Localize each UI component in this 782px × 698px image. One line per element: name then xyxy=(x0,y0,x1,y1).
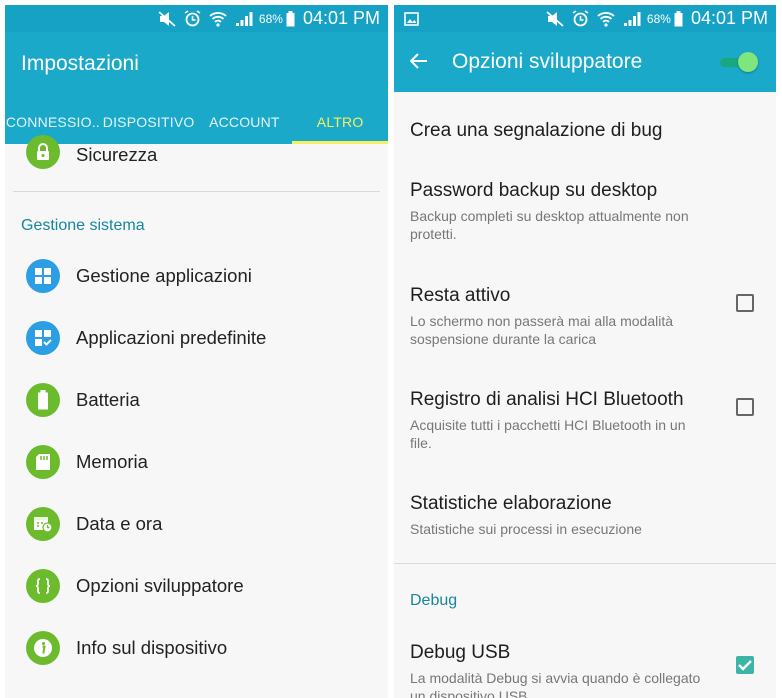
battery-icon xyxy=(286,10,295,27)
settings-item-label: Sicurezza xyxy=(76,144,158,165)
tab-bar: CONNESSIO.. DISPOSITIVO ACCOUNT ALTRO xyxy=(5,100,388,144)
settings-screen: 68% 04:01 PM Impostazioni CONNESSIO.. DI… xyxy=(5,5,388,698)
dev-item-subtitle: Acquisite tutti i pacchetti HCI Bluetoot… xyxy=(410,417,686,451)
settings-item-sicurezza[interactable]: Sicurezza xyxy=(5,135,388,169)
settings-item-memoria[interactable]: Memoria xyxy=(5,431,388,493)
debug-usb-checkbox[interactable] xyxy=(736,656,754,674)
developer-options-toggle[interactable] xyxy=(716,52,758,72)
back-arrow-icon[interactable] xyxy=(409,53,428,74)
info-icon xyxy=(26,631,60,665)
developer-options-screen: 68% 04:01 PM Opzioni sviluppatore Crea u… xyxy=(394,5,776,698)
section-header-gestione-sistema: Gestione sistema xyxy=(21,217,145,234)
dev-item-debug-usb[interactable]: Debug USB La modalità Debug si avvia qua… xyxy=(394,642,776,698)
settings-item-info-dispositivo[interactable]: Info sul dispositivo xyxy=(5,617,388,679)
settings-item-data-e-ora[interactable]: Data e ora xyxy=(5,493,388,555)
dev-item-title: Crea una segnalazione di bug xyxy=(410,120,663,141)
settings-item-label: Applicazioni predefinite xyxy=(76,327,267,348)
dev-item-resta-attivo[interactable]: Resta attivo Lo schermo non passerà mai … xyxy=(394,285,776,348)
app-bar: Impostazioni CONNESSIO.. DISPOSITIVO ACC… xyxy=(5,32,388,144)
dev-item-title: Resta attivo xyxy=(410,285,511,306)
wifi-icon xyxy=(597,11,615,27)
dev-item-title: Password backup su desktop xyxy=(410,180,658,201)
status-bar: 68% 04:01 PM xyxy=(5,5,388,32)
dev-item-title: Registro di analisi HCI Bluetooth xyxy=(410,389,684,410)
alarm-icon xyxy=(572,10,589,27)
mute-icon xyxy=(158,10,176,27)
dev-item-bug-report[interactable]: Crea una segnalazione di bug xyxy=(394,120,776,142)
status-bar: 68% 04:01 PM xyxy=(394,5,776,32)
app-bar: Opzioni sviluppatore xyxy=(394,32,776,92)
clock: 04:01 PM xyxy=(302,8,380,28)
signal-icon xyxy=(235,11,253,27)
dev-item-title: Statistiche elaborazione xyxy=(410,493,612,514)
tab-account[interactable]: ACCOUNT xyxy=(197,100,293,144)
section-header-debug: Debug xyxy=(410,592,458,609)
lock-icon xyxy=(26,135,60,169)
dev-item-subtitle: La modalità Debug si avvia quando è coll… xyxy=(410,670,701,698)
dev-item-subtitle: Statistiche sui processi in esecuzione xyxy=(410,521,642,537)
grid-check-icon xyxy=(26,321,60,355)
page-title: Opzioni sviluppatore xyxy=(452,50,643,73)
settings-item-label: Info sul dispositivo xyxy=(76,637,228,658)
settings-item-label: Gestione applicazioni xyxy=(76,265,252,286)
settings-item-applicazioni-predefinite[interactable]: Applicazioni predefinite xyxy=(5,307,388,369)
sd-card-icon xyxy=(26,445,60,479)
alarm-icon xyxy=(184,10,201,27)
dev-item-title: Debug USB xyxy=(410,642,511,663)
mute-icon xyxy=(546,10,564,27)
settings-item-opzioni-sviluppatore[interactable]: Opzioni sviluppatore xyxy=(5,555,388,617)
tab-altro[interactable]: ALTRO xyxy=(292,100,388,144)
dev-item-hci-bluetooth[interactable]: Registro di analisi HCI Bluetooth Acquis… xyxy=(394,389,776,452)
dev-item-subtitle: Lo schermo non passerà mai alla modalità… xyxy=(410,313,674,347)
hci-bluetooth-checkbox[interactable] xyxy=(736,398,754,416)
dev-item-password-backup[interactable]: Password backup su desktop Backup comple… xyxy=(394,180,776,243)
resta-attivo-checkbox[interactable] xyxy=(736,294,754,312)
tab-dispositivo[interactable]: DISPOSITIVO xyxy=(101,100,197,144)
battery-icon xyxy=(674,10,683,27)
settings-item-label: Batteria xyxy=(76,389,140,410)
wifi-icon xyxy=(209,11,227,27)
checkmark-icon xyxy=(738,660,752,671)
dev-item-statistiche[interactable]: Statistiche elaborazione Statistiche sui… xyxy=(394,493,776,538)
settings-item-label: Memoria xyxy=(76,451,148,472)
battery-icon xyxy=(26,383,60,417)
battery-percent: 68% xyxy=(646,11,671,26)
clock: 04:01 PM xyxy=(690,8,768,28)
dev-item-subtitle: Backup completi su desktop attualmente n… xyxy=(410,208,689,242)
gallery-icon xyxy=(404,11,419,31)
settings-item-label: Data e ora xyxy=(76,513,163,534)
settings-item-batteria[interactable]: Batteria xyxy=(5,369,388,431)
page-title: Impostazioni xyxy=(21,52,139,75)
braces-icon xyxy=(26,569,60,603)
toggle-knob xyxy=(738,52,758,72)
signal-icon xyxy=(623,11,641,27)
settings-item-label: Opzioni sviluppatore xyxy=(76,575,244,596)
grid-icon xyxy=(26,259,60,293)
settings-item-gestione-applicazioni[interactable]: Gestione applicazioni xyxy=(5,245,388,307)
battery-percent: 68% xyxy=(258,11,283,26)
calendar-clock-icon xyxy=(26,507,60,541)
